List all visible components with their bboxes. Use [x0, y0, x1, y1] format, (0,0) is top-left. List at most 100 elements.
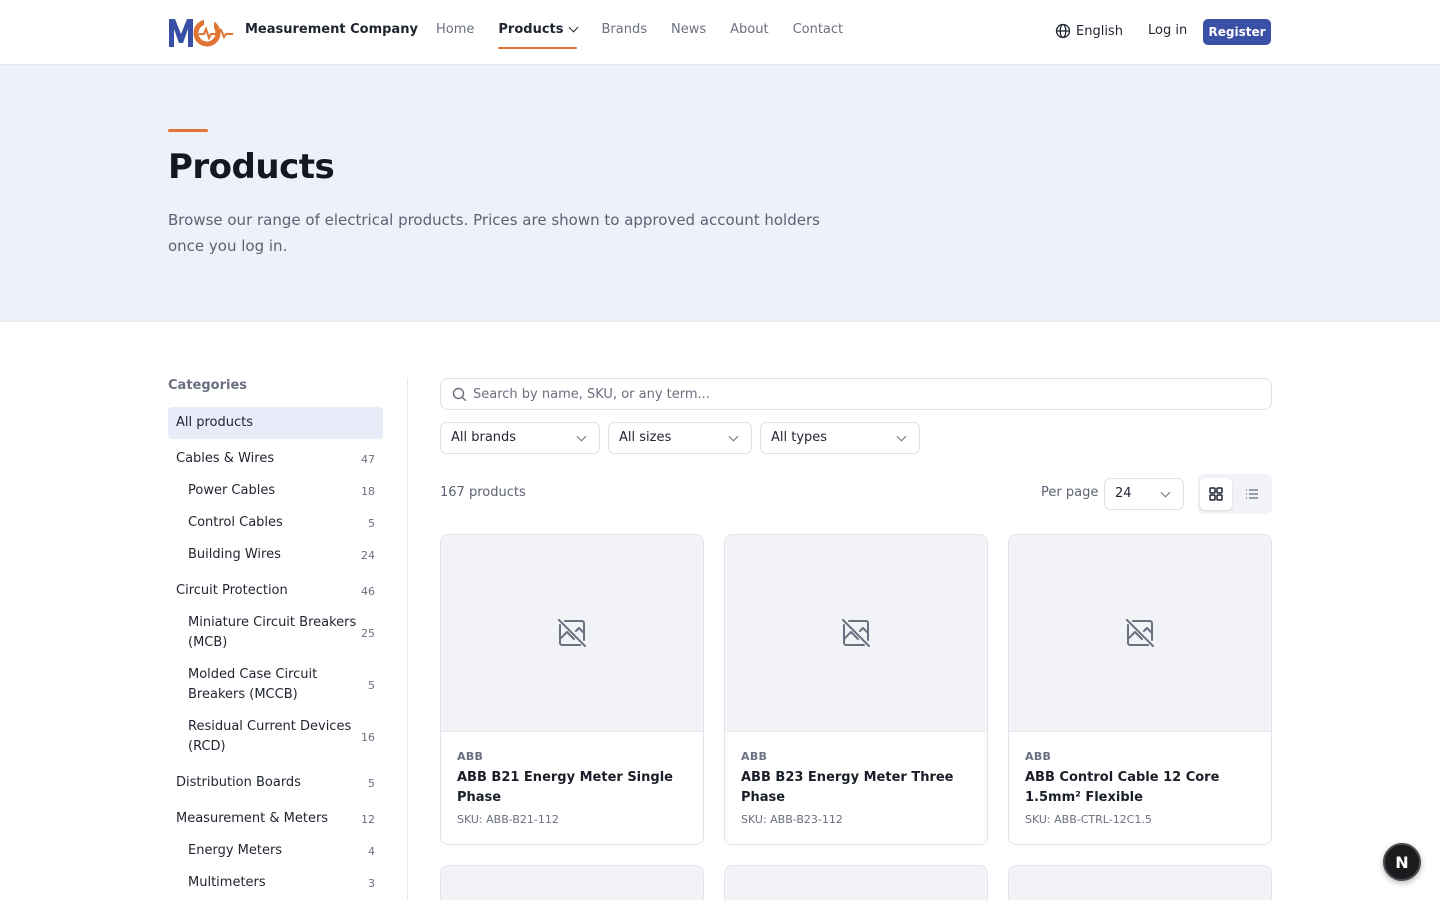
- product-sku: SKU: ABB-CTRL-12C1.5: [1025, 813, 1152, 826]
- category-count: 46: [361, 584, 375, 598]
- product-sku: SKU: ABB-B23-112: [741, 813, 843, 826]
- search-icon: [452, 387, 467, 402]
- no-image-icon: [558, 619, 586, 647]
- category-item[interactable]: Miniature Circuit Breakers (MCB) 25: [168, 607, 383, 659]
- category-label: Distribution Boards: [176, 775, 301, 790]
- category-item[interactable]: Control Cables 5: [168, 507, 383, 539]
- category-all-products[interactable]: All products: [168, 407, 383, 439]
- categories-heading: Categories: [168, 378, 248, 393]
- category-count: 18: [361, 484, 375, 498]
- result-count: 167 products: [440, 485, 526, 500]
- product-brand: ABB: [457, 750, 484, 763]
- product-title[interactable]: ABB B21 Energy Meter Single Phase: [457, 768, 689, 808]
- category-label: Molded Case Circuit Breakers (MCCB): [188, 667, 318, 702]
- site-header: Measurement Company Home Products Brands…: [0, 0, 1440, 65]
- list-view-button[interactable]: [1236, 478, 1268, 510]
- sidebar-divider: [407, 378, 408, 900]
- category-label: Miniature Circuit Breakers (MCB): [188, 615, 357, 650]
- category-count: 25: [361, 626, 375, 640]
- category-label: Power Cables: [188, 483, 276, 498]
- search-input[interactable]: [473, 379, 1253, 409]
- size-filter-select[interactable]: All sizes: [608, 422, 752, 454]
- nav-home-label: Home: [436, 22, 475, 37]
- no-image-icon: [1126, 619, 1154, 647]
- brand-name[interactable]: Measurement Company: [245, 22, 418, 37]
- category-item[interactable]: Multimeters 3: [168, 867, 383, 899]
- hero-accent-bar: [168, 129, 208, 132]
- nav-home[interactable]: Home: [436, 22, 474, 50]
- product-card-body: ABB ABB B21 Energy Meter Single Phase SK…: [457, 732, 689, 844]
- product-image-placeholder: [441, 866, 703, 900]
- category-item[interactable]: Power Cables 18: [168, 475, 383, 507]
- product-card[interactable]: [724, 865, 988, 900]
- category-count: 3: [368, 876, 375, 890]
- category-sidebar: Categories All products Cables & Wires 4…: [168, 378, 383, 899]
- product-card[interactable]: [440, 865, 704, 900]
- page-title: Products: [168, 147, 335, 187]
- category-item[interactable]: Distribution Boards 5: [168, 767, 383, 799]
- nav-brands-label: Brands: [601, 22, 647, 37]
- category-count: 5: [368, 678, 375, 692]
- nav-products[interactable]: Products: [498, 22, 579, 50]
- nav-news[interactable]: News: [671, 22, 706, 50]
- category-item[interactable]: Molded Case Circuit Breakers (MCCB) 5: [168, 659, 383, 711]
- globe-icon: [1055, 23, 1071, 39]
- product-image-placeholder: [1009, 535, 1271, 732]
- nav-contact[interactable]: Contact: [793, 22, 844, 50]
- view-toggle: [1198, 474, 1272, 514]
- product-card[interactable]: ABB ABB Control Cable 12 Core 1.5mm² Fle…: [1008, 534, 1272, 845]
- category-item[interactable]: Cables & Wires 47: [168, 443, 383, 475]
- per-page-label: Per page: [1041, 485, 1099, 500]
- product-image-placeholder: [441, 535, 703, 732]
- login-link[interactable]: Log in: [1148, 23, 1187, 38]
- company-logo[interactable]: [168, 16, 234, 48]
- dev-tools-button[interactable]: N: [1383, 843, 1421, 881]
- brand-filter-select[interactable]: All brands: [440, 422, 600, 454]
- search-box: [440, 378, 1272, 410]
- product-title[interactable]: ABB Control Cable 12 Core 1.5mm² Flexibl…: [1025, 768, 1257, 808]
- category-count: 5: [368, 516, 375, 530]
- nav-products-label: Products: [498, 22, 564, 37]
- category-label: Cables & Wires: [176, 451, 275, 466]
- product-title[interactable]: ABB B23 Energy Meter Three Phase: [741, 768, 973, 808]
- no-image-icon: [842, 619, 870, 647]
- list-icon: [1246, 489, 1258, 499]
- category-item[interactable]: Circuit Protection 46: [168, 575, 383, 607]
- nav-about[interactable]: About: [730, 22, 768, 50]
- category-count: 12: [361, 812, 375, 826]
- category-item[interactable]: Measurement & Meters 12: [168, 803, 383, 835]
- brand-filter-value: All brands: [451, 430, 517, 445]
- nav-news-label: News: [670, 22, 707, 37]
- nav-about-label: About: [730, 22, 769, 37]
- category-item[interactable]: Residual Current Devices (RCD) 16: [168, 711, 383, 763]
- product-image-placeholder: [725, 866, 987, 900]
- product-card[interactable]: [1008, 865, 1272, 900]
- category-label: Circuit Protection: [176, 583, 288, 598]
- category-count: 5: [368, 776, 375, 790]
- register-button[interactable]: Register: [1203, 19, 1271, 45]
- category-item[interactable]: Building Wires 24: [168, 539, 383, 571]
- language-switcher[interactable]: English: [1055, 23, 1123, 39]
- language-label: English: [1076, 23, 1123, 39]
- nav-contact-label: Contact: [792, 22, 844, 37]
- product-card-body: ABB ABB Control Cable 12 Core 1.5mm² Fle…: [1025, 732, 1257, 844]
- grid-icon: [1209, 487, 1223, 501]
- product-card[interactable]: ABB ABB B21 Energy Meter Single Phase SK…: [440, 534, 704, 845]
- product-card-body: ABB ABB B23 Energy Meter Three Phase SKU…: [741, 732, 973, 844]
- category-label: Residual Current Devices (RCD): [188, 719, 352, 754]
- chevron-down-icon: [569, 22, 579, 33]
- product-brand: ABB: [741, 750, 768, 763]
- per-page-select[interactable]: 24: [1104, 478, 1184, 510]
- chevron-down-icon: [576, 431, 587, 442]
- category-item[interactable]: Energy Meters 4: [168, 835, 383, 867]
- category-label: All products: [176, 415, 254, 430]
- category-label: Energy Meters: [188, 843, 283, 858]
- category-count: 4: [368, 844, 375, 858]
- product-card[interactable]: ABB ABB B23 Energy Meter Three Phase SKU…: [724, 534, 988, 845]
- product-brand: ABB: [1025, 750, 1052, 763]
- grid-view-button[interactable]: [1200, 478, 1232, 510]
- type-filter-select[interactable]: All types: [760, 422, 920, 454]
- nav-brands[interactable]: Brands: [601, 22, 647, 50]
- main-nav: Home Products Brands News About Contact: [436, 22, 867, 52]
- category-label: Control Cables: [188, 515, 283, 530]
